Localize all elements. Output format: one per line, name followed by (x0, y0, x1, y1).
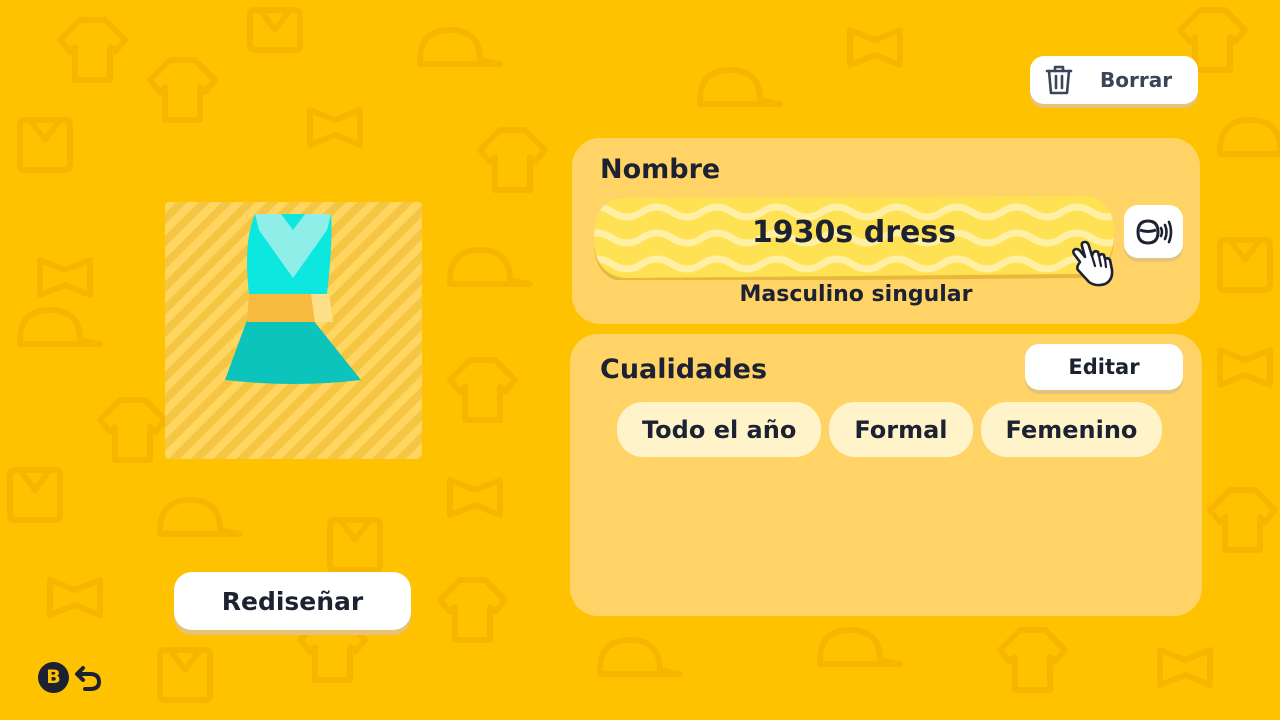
hand-pointer-icon (1072, 240, 1114, 287)
name-field[interactable]: 1930s dress (592, 194, 1116, 280)
item-preview (165, 202, 422, 459)
redesign-label: Rediseñar (221, 586, 364, 616)
name-heading: Nombre (600, 154, 721, 185)
edit-button[interactable]: Editar (1025, 344, 1183, 390)
voice-button[interactable] (1124, 205, 1183, 258)
back-arrow-icon (75, 666, 102, 691)
redesign-button[interactable]: Rediseñar (174, 572, 411, 630)
qualities-panel: Cualidades Editar Todo el año Formal Fem… (570, 334, 1202, 616)
name-value: 1930s dress (751, 214, 957, 250)
dress-icon (225, 214, 361, 384)
quality-tags: Todo el año Formal Femenino (617, 402, 1163, 457)
gender-label: Masculino singular (739, 282, 973, 307)
qualities-heading: Cualidades (600, 354, 768, 385)
quality-tag: Femenino (980, 402, 1163, 457)
back-control[interactable]: B (38, 661, 103, 693)
b-button-icon: B (38, 661, 69, 693)
quality-tag: Todo el año (617, 402, 822, 457)
edit-label: Editar (1068, 355, 1140, 379)
trash-icon (1045, 65, 1073, 95)
delete-label: Borrar (1100, 68, 1173, 92)
quality-tag: Formal (829, 402, 973, 457)
delete-button[interactable]: Borrar (1030, 56, 1198, 104)
name-panel: Nombre 1930s dress Masculino singular (572, 138, 1200, 324)
voice-icon (1135, 218, 1172, 245)
